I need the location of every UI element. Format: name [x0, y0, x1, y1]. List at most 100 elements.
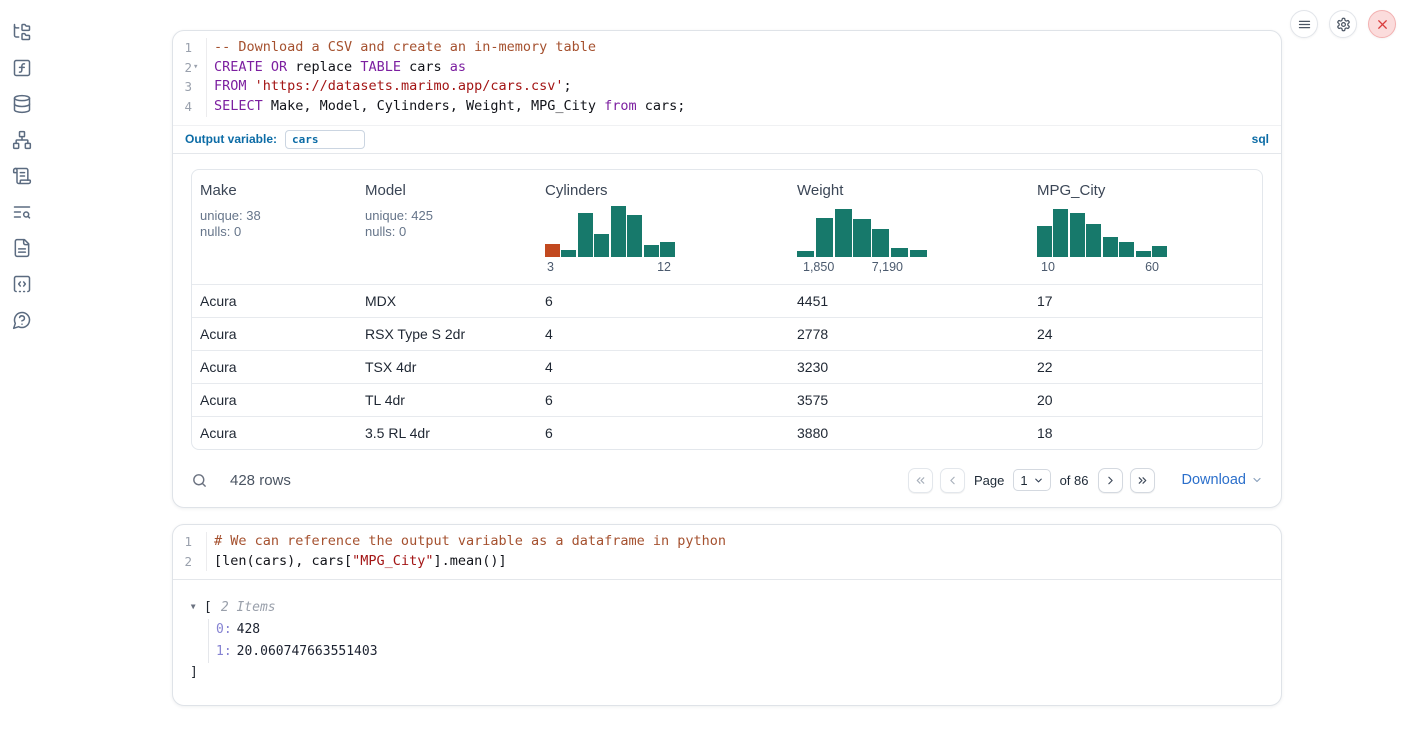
histogram-bar[interactable] [853, 219, 870, 256]
table-cell: 6 [537, 392, 789, 408]
fold-chevron-icon[interactable]: ▾ [193, 63, 202, 72]
line-number: 2 [173, 552, 207, 572]
file-explorer-icon[interactable] [12, 22, 32, 42]
table-cell: RSX Type S 2dr [357, 326, 537, 342]
tree-items-count: 2 Items [221, 597, 276, 618]
next-page-button[interactable] [1098, 468, 1123, 493]
sql-code-line[interactable]: 3FROM 'https://datasets.marimo.app/cars.… [173, 77, 1281, 97]
column-histogram[interactable]: 1,8507,190 [797, 205, 927, 274]
column-summary: unique: 38nulls: 0 [200, 208, 357, 241]
table-cell: 3.5 RL 4dr [357, 425, 537, 441]
table-row[interactable]: Acura3.5 RL 4dr6388018 [192, 416, 1262, 449]
python-code-line[interactable]: 1# We can reference the output variable … [173, 532, 1281, 552]
histogram-bar[interactable] [1053, 209, 1068, 257]
download-label: Download [1182, 472, 1247, 488]
table-row[interactable]: AcuraTL 4dr6357520 [192, 383, 1262, 416]
search-icon[interactable] [191, 472, 208, 489]
code-text: CREATE OR replace TABLE cars as [207, 58, 466, 78]
logs-icon[interactable] [12, 202, 32, 222]
table-cell: Acura [192, 293, 357, 309]
menu-button[interactable] [1290, 10, 1318, 38]
table-cell: 22 [1029, 359, 1262, 375]
column-header-weight[interactable]: Weight 1,8507,190 [789, 182, 1029, 274]
python-code-editor[interactable]: 1# We can reference the output variable … [173, 525, 1281, 579]
histogram-bar[interactable] [910, 250, 927, 257]
settings-button[interactable] [1329, 10, 1357, 38]
variables-icon[interactable] [12, 58, 32, 78]
prev-page-button[interactable] [940, 468, 965, 493]
code-text: -- Download a CSV and create an in-memor… [207, 38, 596, 58]
column-header-mpg_city[interactable]: MPG_City1060 [1029, 182, 1262, 274]
histogram-bar[interactable] [1136, 251, 1151, 257]
histogram-bar[interactable] [1070, 213, 1085, 257]
last-page-button[interactable] [1130, 468, 1155, 493]
page-number-select[interactable]: 1 [1013, 469, 1050, 491]
code-text: [len(cars), cars["MPG_City"].mean()] [207, 552, 507, 572]
table-row[interactable]: AcuraMDX6445117 [192, 284, 1262, 317]
help-icon[interactable] [12, 310, 32, 330]
table-cell: 3230 [789, 359, 1029, 375]
histogram-bar[interactable] [611, 206, 626, 256]
histogram-bar[interactable] [1037, 226, 1052, 257]
sql-code-line[interactable]: 4SELECT Make, Model, Cylinders, Weight, … [173, 97, 1281, 117]
histogram-axis-labels: 312 [545, 260, 675, 274]
column-title: Make [200, 182, 357, 199]
sql-code-line[interactable]: 2▾CREATE OR replace TABLE cars as [173, 58, 1281, 78]
histogram-bar[interactable] [835, 209, 852, 257]
tree-entry: 1:20.060747663551403 [216, 641, 1281, 663]
histogram-axis-labels: 1060 [1037, 260, 1167, 274]
histogram-bar[interactable] [891, 248, 908, 257]
output-variable-label: Output variable: [185, 132, 277, 146]
histogram-bar[interactable] [561, 250, 576, 257]
histogram-bar[interactable] [545, 244, 560, 256]
histogram-bar[interactable] [1086, 224, 1101, 257]
histogram-bar[interactable] [627, 215, 642, 257]
table-output: Make unique: 38nulls: 0Modelunique: 425nu… [173, 154, 1281, 458]
download-button[interactable]: Download [1182, 472, 1264, 488]
table-header: Make unique: 38nulls: 0Modelunique: 425nu… [192, 170, 1262, 284]
column-title: Cylinders [545, 182, 789, 199]
table-cell: TL 4dr [357, 392, 537, 408]
outline-icon[interactable] [12, 166, 32, 186]
column-histogram[interactable]: 1060 [1037, 205, 1167, 274]
histogram-bar[interactable] [1103, 237, 1118, 257]
histogram-bar[interactable] [872, 229, 889, 257]
first-page-button[interactable] [908, 468, 933, 493]
table-row[interactable]: AcuraRSX Type S 2dr4277824 [192, 317, 1262, 350]
column-histogram[interactable]: 312 [545, 205, 675, 274]
sql-code-editor[interactable]: 1-- Download a CSV and create an in-memo… [173, 31, 1281, 125]
sql-code-line[interactable]: 1-- Download a CSV and create an in-memo… [173, 38, 1281, 58]
column-header-make[interactable]: Make unique: 38nulls: 0 [192, 182, 357, 274]
histogram-bar[interactable] [644, 245, 659, 256]
table-row[interactable]: AcuraTSX 4dr4323022 [192, 350, 1262, 383]
table-cell: 20 [1029, 392, 1262, 408]
left-sidebar [0, 0, 44, 729]
histogram-bar[interactable] [816, 218, 833, 256]
dependency-graph-icon[interactable] [12, 130, 32, 150]
table-cell: 4451 [789, 293, 1029, 309]
output-variable-input[interactable] [285, 130, 365, 149]
tree-entry-value: 20.060747663551403 [237, 644, 378, 659]
histogram-bar[interactable] [660, 242, 675, 257]
line-number: 2▾ [173, 58, 207, 78]
tree-entry: 0:428 [216, 619, 1281, 641]
histogram-bar[interactable] [578, 213, 593, 257]
tree-collapse-icon[interactable]: ▼ [191, 598, 204, 617]
pagination: Page 1 of 86 Download [908, 468, 1263, 493]
histogram-bar[interactable] [1119, 242, 1134, 257]
table-cell: TSX 4dr [357, 359, 537, 375]
histogram-bar[interactable] [797, 251, 814, 257]
python-code-line[interactable]: 2[len(cars), cars["MPG_City"].mean()] [173, 552, 1281, 572]
table-cell: 2778 [789, 326, 1029, 342]
documentation-icon[interactable] [12, 238, 32, 258]
datasources-icon[interactable] [12, 94, 32, 114]
snippets-icon[interactable] [12, 274, 32, 294]
histogram-bar[interactable] [594, 234, 609, 257]
table-footer: 428 rows Page 1 of 86 [173, 458, 1281, 507]
data-table: Make unique: 38nulls: 0Modelunique: 425nu… [191, 169, 1263, 450]
column-title: Weight [797, 182, 1029, 199]
histogram-bar[interactable] [1152, 246, 1167, 257]
column-header-model[interactable]: Modelunique: 425nulls: 0 [357, 182, 537, 274]
column-header-cylinders[interactable]: Cylinders 312 [537, 182, 789, 274]
shutdown-button[interactable] [1368, 10, 1396, 38]
